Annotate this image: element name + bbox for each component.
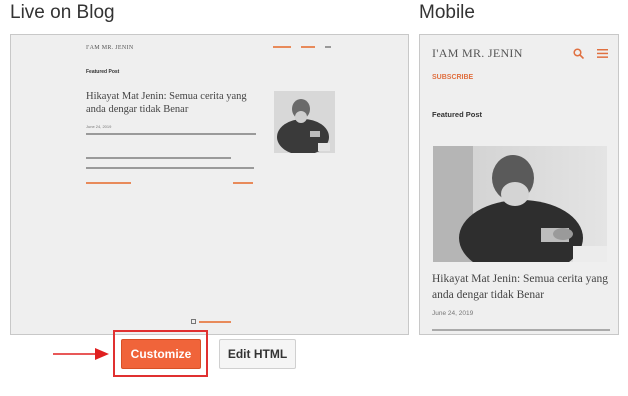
desktop-footer — [191, 319, 231, 324]
mobile-post-title: Hikayat Mat Jenin: Semua cerita yang and… — [432, 273, 608, 301]
desktop-blog-name: I'AM MR. JENIN — [86, 45, 134, 51]
edit-html-button[interactable]: Edit HTML — [219, 339, 296, 369]
mobile-post-photo — [433, 146, 607, 262]
desktop-nav-search-icon — [325, 46, 331, 48]
desktop-nav-link — [273, 46, 291, 48]
mobile-featured-label: Featured Post — [432, 110, 483, 119]
menu-icon[interactable] — [597, 49, 608, 58]
mobile-title: Mobile — [419, 2, 475, 23]
desktop-snippet-line — [86, 157, 231, 159]
powered-by-link — [199, 320, 231, 323]
desktop-snippet-line — [86, 167, 254, 169]
mobile-blog-name: I'AM MR. JENIN — [432, 46, 523, 60]
arrow-right-icon — [53, 348, 109, 360]
desktop-post-photo — [274, 91, 335, 153]
customize-button[interactable]: Customize — [121, 339, 201, 369]
desktop-preview[interactable]: I'AM MR. JENIN Featured Post Hikayat Mat… — [10, 34, 409, 335]
desktop-post-title: Hikayat Mat Jenin: Semua cerita yang and… — [86, 91, 247, 115]
desktop-featured-label: Featured Post — [86, 69, 120, 75]
mobile-post-date: June 24, 2019 — [432, 310, 474, 317]
mobile-snippet-line — [432, 329, 610, 331]
subscribe-link: SUBSCRIBE — [432, 74, 474, 81]
desktop-share-link — [86, 182, 131, 184]
desktop-snippet-line — [86, 133, 256, 135]
desktop-nav-link — [301, 46, 315, 48]
desktop-nav — [273, 46, 331, 48]
live-on-blog-title: Live on Blog — [10, 2, 115, 23]
blogger-icon — [191, 319, 196, 324]
desktop-post-date: June 24, 2019 — [86, 124, 112, 129]
desktop-read-more-link — [233, 182, 253, 184]
mobile-preview[interactable]: I'AM MR. JENIN SUBSCRIBE Featured Post H… — [419, 34, 619, 335]
search-icon[interactable] — [573, 48, 584, 59]
